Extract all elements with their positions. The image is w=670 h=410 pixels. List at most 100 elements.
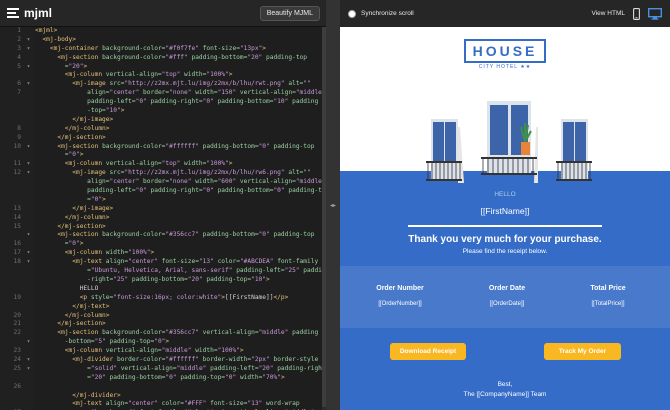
view-html-link[interactable]: View HTML: [592, 10, 625, 17]
fold-toggle-icon[interactable]: ▾: [24, 169, 33, 178]
fold-gutter[interactable]: ▾ ▾ ▾ ▾ ▾ ▾ ▾ ▾ ▾ ▾ ▾ ▾ ▾: [24, 27, 33, 410]
code-line[interactable]: </mj-text>: [35, 303, 322, 312]
track-order-button[interactable]: Track My Order: [544, 343, 621, 360]
code-line[interactable]: </mj-column>: [35, 214, 322, 223]
code-line[interactable]: ="20" padding-bottom="0" padding-top="0"…: [35, 374, 322, 383]
code-token: padding-left=: [236, 267, 285, 275]
code-token: "0": [68, 240, 80, 248]
fold-toggle-icon[interactable]: ▾: [24, 338, 33, 347]
code-line[interactable]: padding-left="0" padding-right="0" paddi…: [35, 187, 322, 196]
code-line[interactable]: </mj-column>: [35, 312, 322, 321]
code-line[interactable]: <mj-section background-color="#356cc7" v…: [35, 329, 322, 338]
code-text[interactable]: <mjml> <mj-body> <mj-container backgroun…: [33, 27, 322, 410]
code-line[interactable]: <mj-section background-color="#fff" padd…: [35, 54, 322, 63]
code-line[interactable]: -right="25" padding-bottom="20" padding-…: [35, 276, 322, 285]
code-line[interactable]: </mj-image>: [35, 116, 322, 125]
code-token: padding-top: [266, 53, 307, 61]
code-token: alt=: [288, 169, 304, 177]
code-line[interactable]: <mj-column vertical-align="middle" width…: [35, 347, 322, 356]
code-token: "top": [161, 71, 185, 79]
code-line[interactable]: <mj-column vertical-align="top" width="1…: [35, 160, 322, 169]
code-token: >: [102, 195, 106, 203]
code-token: padding-top: [273, 231, 315, 239]
code-line[interactable]: <mj-section background-color="#ffffff" p…: [35, 143, 322, 152]
code-line[interactable]: align="center" border="none" width="600"…: [35, 178, 322, 187]
code-token: >: [83, 62, 88, 70]
code-token: vertical-align=: [105, 160, 162, 168]
code-line[interactable]: ="20">: [35, 63, 322, 72]
logo-text: HOUSE: [463, 39, 547, 63]
code-line[interactable]: </mj-column>: [35, 125, 322, 134]
code-area[interactable]: 1 2 3 4 5 6 7 8 9 10 11 12 13 14 15 16 17 18 19 20 21 22 23 24 2…: [0, 27, 322, 410]
fold-toggle-icon[interactable]: ▾: [24, 231, 33, 240]
code-line[interactable]: [35, 383, 322, 392]
fold-toggle-icon[interactable]: ▾: [24, 365, 33, 374]
code-token: "center": [109, 89, 144, 97]
code-token: =: [35, 240, 69, 248]
code-line[interactable]: align="center" border="none" width="150"…: [35, 89, 322, 98]
sync-radio-icon[interactable]: [348, 9, 356, 18]
code-token: align=: [105, 258, 129, 266]
fold-toggle-icon[interactable]: ▾: [24, 36, 33, 45]
first-name-placeholder: [[FirstName]]: [480, 206, 530, 216]
code-token: "": [303, 169, 311, 177]
code-token: "20": [187, 275, 207, 283]
code-line[interactable]: padding-left="0" padding-right="0" paddi…: [35, 98, 322, 107]
code-line[interactable]: ="0">: [35, 240, 322, 249]
line-number: 5: [17, 62, 21, 70]
code-token: width=: [184, 160, 207, 168]
fold-toggle-icon[interactable]: ▾: [24, 249, 33, 258]
code-line[interactable]: <mj-text align="center" font-size="13" c…: [35, 258, 322, 267]
code-line[interactable]: </mj-section>: [35, 223, 322, 232]
code-line[interactable]: ="solid" vertical-align="middle" padding…: [35, 365, 322, 374]
code-line[interactable]: -top="10">: [35, 107, 322, 116]
code-token: [[FirstName]]: [225, 293, 274, 301]
fold-toggle-icon[interactable]: ▾: [24, 160, 33, 169]
code-line[interactable]: <mj-column vertical-align="top" width="1…: [35, 71, 322, 80]
code-line[interactable]: </mj-divider>: [35, 392, 322, 401]
code-token: padding: [292, 329, 319, 337]
mobile-view-button[interactable]: [633, 7, 640, 20]
code-token: vertical-align=: [239, 89, 296, 97]
code-line[interactable]: <mj-body>: [35, 36, 322, 45]
code-line[interactable]: <mj-column width="100%">: [35, 249, 322, 258]
code-line[interactable]: <mjml>: [35, 27, 322, 36]
fold-toggle-icon[interactable]: ▾: [24, 45, 33, 54]
code-line[interactable]: <mj-container background-color="#f0f7fe"…: [35, 45, 322, 54]
fold-toggle-icon[interactable]: ▾: [24, 258, 33, 267]
beautify-mjml-button[interactable]: Beautify MJML: [259, 5, 320, 21]
code-token: align=: [35, 89, 110, 97]
code-line[interactable]: <mj-divider border-color="#ffffff" borde…: [35, 356, 322, 365]
line-number: 24: [13, 355, 21, 363]
code-line[interactable]: HELLO: [35, 285, 322, 294]
fold-toggle-icon[interactable]: ▾: [24, 63, 33, 72]
code-line[interactable]: -bottom="5" padding-top="0">: [35, 338, 322, 347]
code-token: "#356cc7": [165, 231, 203, 239]
code-line[interactable]: </mj-section>: [35, 320, 322, 329]
code-line[interactable]: </mj-image>: [35, 205, 322, 214]
pane-resize-handle[interactable]: ◂▸: [326, 0, 340, 410]
code-line[interactable]: <mj-section background-color="#356cc7" p…: [35, 231, 322, 240]
total-price-label: Total Price: [590, 285, 626, 292]
code-line[interactable]: <p style="font-size:16px; color:white">[…: [35, 294, 322, 303]
desktop-view-button[interactable]: [648, 7, 662, 20]
code-line[interactable]: <mj-text align="center" color="#FFF" fon…: [35, 400, 322, 409]
code-line[interactable]: ="Ubuntu, Helvetica, Arial, sans-serif" …: [35, 267, 322, 276]
download-receipt-button[interactable]: Download Receipt: [390, 343, 466, 360]
code-line[interactable]: ="0">: [35, 151, 322, 160]
code-line[interactable]: <mj-image src="http://z2mx.mjt.lu/img/z2…: [35, 169, 322, 178]
fold-toggle-icon[interactable]: ▾: [24, 80, 33, 89]
code-token: "150": [217, 89, 240, 97]
synchronize-scroll-toggle[interactable]: Synchronize scroll: [348, 9, 414, 18]
fold-toggle-icon[interactable]: ▾: [24, 143, 33, 152]
code-line[interactable]: </mj-section>: [35, 134, 322, 143]
code-line[interactable]: ="0">: [35, 196, 322, 205]
code-token: "0": [154, 338, 166, 346]
code-line[interactable]: <mj-image src="http://z2mx.mjt.lu/img/z2…: [35, 80, 322, 89]
fold-toggle-icon[interactable]: ▾: [24, 356, 33, 365]
code-token: padding-bottom=: [217, 187, 274, 195]
